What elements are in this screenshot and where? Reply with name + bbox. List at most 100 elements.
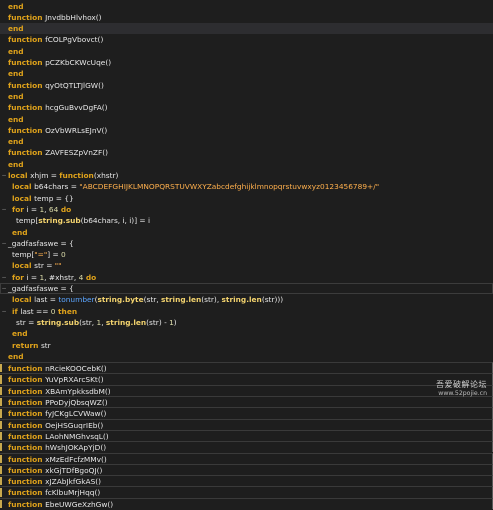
code-line[interactable]: − for i = 1, #xhstr, 4 do (0, 272, 493, 283)
code-token: i = (26, 272, 40, 282)
code-line[interactable]: function qyOtQTLTJlGW() (0, 80, 493, 91)
code-line[interactable]: function xJZAbJkfGkAS() (0, 475, 493, 487)
fold-toggle-icon[interactable]: − (1, 170, 7, 181)
code-token: end (8, 137, 24, 147)
code-token: temp = {} (34, 193, 74, 203)
code-token: (str))) (261, 295, 284, 305)
code-line[interactable]: return str (0, 340, 493, 351)
code-line[interactable]: end (0, 351, 493, 362)
code-token: local (12, 261, 35, 271)
code-token: "" (54, 261, 62, 271)
code-token: function (8, 443, 46, 453)
fold-toggle-icon[interactable]: − (1, 204, 7, 215)
code-line[interactable]: function fyJCKgLCVWaw() (0, 407, 493, 419)
code-line[interactable]: function hWshJOKApYjD() (0, 441, 493, 453)
code-token: (str), (201, 295, 222, 305)
code-line[interactable]: end (0, 159, 493, 170)
code-token: function (8, 454, 46, 464)
code-line[interactable]: function OzVbWRLsEJnV() (0, 125, 493, 136)
code-line[interactable]: − local xhjm = function(xhstr) (0, 170, 493, 181)
code-token: _gadfasfaswe = { (8, 284, 74, 293)
code-token: function (8, 431, 46, 441)
code-line[interactable]: end (0, 1, 493, 12)
code-token: xMzEdFcfzMMv() (45, 454, 107, 464)
code-line[interactable]: function OejHSGuqrIEb() (0, 418, 493, 430)
code-token: local (8, 171, 31, 180)
code-line[interactable]: temp[string.sub(b64chars, i, i)] = i (0, 215, 493, 226)
code-line[interactable]: function hcgGuBvvDgFA() (0, 102, 493, 113)
code-line[interactable]: local temp = {} (0, 193, 493, 204)
code-line[interactable]: − for i = 1, 64 do (0, 204, 493, 215)
code-line[interactable]: function fCOLPgVbovct() (0, 34, 493, 45)
code-token: return (12, 340, 41, 350)
code-token: qyOtQTLTJlGW() (45, 80, 104, 90)
code-token: str = (34, 261, 55, 271)
code-token: 64 (48, 204, 59, 214)
code-token: end (8, 46, 24, 56)
code-token: function (8, 125, 46, 135)
code-line[interactable]: end (0, 227, 493, 238)
code-line[interactable]: function LAohNMGhvsqL() (0, 429, 493, 442)
code-line[interactable]: − _gadfasfaswe = { (0, 283, 493, 295)
code-token: pCZKbCKWcUqe() (45, 58, 112, 67)
fold-toggle-icon[interactable]: − (1, 283, 7, 294)
code-line[interactable]: − if last == 0 then (0, 306, 493, 317)
code-line[interactable]: end (0, 68, 493, 79)
code-token: tonumber (58, 295, 95, 305)
code-token: xkGjTDfBgoQJ() (45, 465, 103, 475)
code-token: function (8, 103, 46, 113)
code-token: function (8, 398, 46, 407)
code-line[interactable]: local str = "" (0, 260, 493, 271)
code-token: function (8, 386, 46, 396)
code-token: end (8, 351, 24, 361)
code-token: end (8, 69, 24, 79)
code-line[interactable]: function PPoDyjQbsqWZ() (0, 396, 493, 408)
code-token: ZAVFESZpVnZF() (45, 148, 108, 158)
code-line[interactable]: function fcKlbuMrjHqq() (0, 486, 493, 498)
code-line[interactable]: local b64chars = "ABCDEFGHIJKLMNOPQRSTUV… (0, 181, 493, 192)
code-token: "=" (34, 250, 48, 260)
code-token: PPoDyjQbsqWZ() (45, 398, 108, 407)
code-token: function (8, 499, 46, 509)
code-token: (b64chars, i, i)] = i (80, 216, 151, 226)
code-line[interactable]: local last = tonumber(string.byte(str, s… (0, 294, 493, 305)
code-line[interactable]: function JnvdbbHlvhox() (0, 12, 493, 23)
fold-toggle-icon[interactable]: − (1, 272, 7, 283)
code-line[interactable]: temp["="] = 0 (0, 249, 493, 260)
code-token: fcKlbuMrjHqq() (45, 488, 101, 498)
code-line[interactable]: function xkGjTDfBgoQJ() (0, 463, 493, 476)
code-line[interactable]: function EbeUWGeXzhGw() (0, 497, 493, 509)
code-line[interactable]: end (0, 23, 493, 35)
code-line[interactable]: function ZAVFESZpVnZF() (0, 147, 493, 158)
fold-toggle-icon[interactable]: − (1, 306, 7, 317)
code-token: function (8, 12, 46, 22)
code-line[interactable]: function XBAmYpkksdbM() (0, 384, 493, 396)
watermark-url: www.52pojie.cn (438, 390, 487, 397)
code-line[interactable]: function xMzEdFcfzMMv() (0, 452, 493, 464)
code-token: function (8, 364, 46, 374)
code-token: (str) - (146, 317, 170, 327)
code-line[interactable]: str = string.sub(str, 1, string.len(str)… (0, 317, 493, 328)
code-line[interactable]: end (0, 328, 493, 339)
code-token: function (8, 465, 46, 475)
code-line[interactable]: function pCZKbCKWcUqe() (0, 57, 493, 68)
code-token: (xhstr) (93, 171, 119, 180)
code-line[interactable]: end (0, 114, 493, 125)
code-token: string.len (105, 317, 147, 327)
code-editor[interactable]: end function JnvdbbHlvhox() end function fC… (0, 0, 493, 509)
code-line[interactable]: end (0, 91, 493, 102)
code-line[interactable]: function YuVpRXArcSKt() (0, 373, 493, 385)
code-line[interactable]: − _gadfasfaswe = { (0, 238, 493, 249)
fold-toggle-icon[interactable]: − (1, 238, 7, 249)
code-token: xJZAbJkfGkAS() (45, 477, 102, 487)
code-line[interactable]: end (0, 136, 493, 147)
code-token: hWshJOKApYjD() (45, 443, 107, 453)
code-token: fCOLPgVbovct() (45, 35, 104, 45)
code-token: end (8, 159, 24, 169)
code-token: temp[ (16, 216, 39, 226)
code-token: for (12, 272, 27, 282)
code-line[interactable]: end (0, 46, 493, 57)
code-token: i = (26, 204, 40, 214)
code-line[interactable]: function nRcieKOOCebK() (0, 362, 493, 374)
code-token: _gadfasfaswe = { (8, 238, 74, 248)
